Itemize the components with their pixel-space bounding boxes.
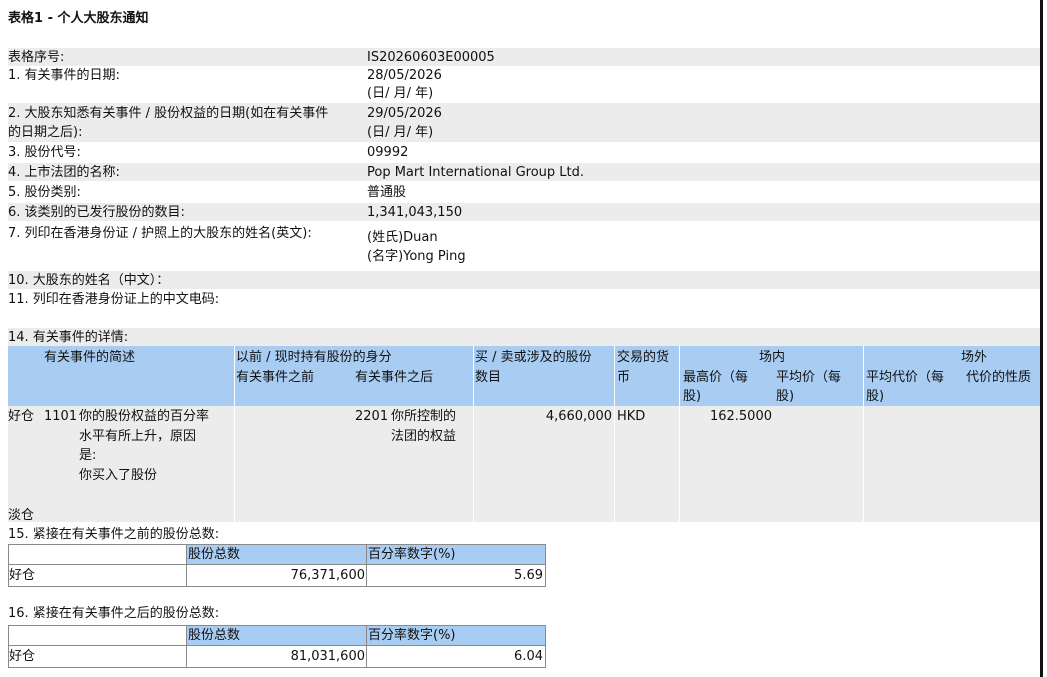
hdr-average: 平均价（每 [776,370,842,385]
event-date-label: 1. 有关事件的日期: [8,68,120,83]
row-brief-2: 水平有所上升，原因 [79,429,197,444]
col-sep-5 [863,346,864,522]
row-code: 1101 [44,409,78,424]
aware-date-label: 2. 大股东知悉有关事件 / 股份权益的日期(如在有关事件 [8,106,329,121]
s16-line-mid [8,645,546,646]
row-brief-4: 你买入了股份 [79,468,158,483]
page-title: 表格1 - 个人大股东通知 [8,11,149,26]
surname-value: (姓氏)Duan [367,230,438,245]
section16-shares: 81,031,600 [290,649,365,664]
stock-code-label: 3. 股份代号: [8,145,81,160]
share-class-value: 普通股 [367,185,407,200]
row-brief-1: 你的股份权益的百分率 [79,409,210,424]
hdr-highest-2: 股) [683,389,702,404]
section15-percent: 5.69 [514,568,543,583]
hdr-nature: 代价的性质 [966,370,1032,385]
hdr-average-2: 股) [776,389,795,404]
s15-line-bot [8,586,546,587]
hdr-on-exchange: 场内 [759,350,786,365]
given-name-value: (名字)Yong Ping [367,249,466,264]
stock-code-value: 09992 [367,145,409,160]
row-currency: HKD [617,409,646,424]
s16-line-c2 [366,625,367,668]
col-sep-4 [679,346,680,522]
row-after-code: 2201 [355,409,389,424]
hdr-off-average: 平均代价（每 [866,370,945,385]
event-date-format: (日/ 月/ 年) [367,86,434,101]
section15-shares: 76,371,600 [290,568,365,583]
hdr-off-average-2: 股) [866,389,885,404]
section15-title: 15. 紧接在有关事件之前的股份总数: [8,527,220,542]
hdr-brief: 有关事件的简述 [44,350,136,365]
section15-col-percent: 百分率数字(%) [368,547,456,562]
hdr-after: 有关事件之后 [355,370,434,385]
row-position: 好仓 [8,409,35,424]
hdr-off-exchange: 场外 [961,350,988,365]
serial-label: 表格序号: [8,50,65,65]
section15-position: 好仓 [9,568,36,583]
hdr-shares-2: 数目 [475,370,502,385]
section16-title: 16. 紧接在有关事件之后的股份总数: [8,606,220,621]
serial-value: IS20260603E00005 [367,50,495,65]
row-after-2: 法团的权益 [391,429,457,444]
chinese-code-label: 11. 列印在香港身份证上的中文电码: [8,292,220,307]
hdr-currency-2: 币 [617,370,631,385]
chinese-name-label: 10. 大股东的姓名（中文）： [8,273,170,288]
hdr-highest: 最高价（每 [683,370,749,385]
col-sep-2 [473,346,474,522]
hdr-shares: 买 / 卖或涉及的股份 [475,350,592,365]
s16-line-c1 [186,625,187,668]
col-sep-3 [614,346,615,522]
section16-col-percent: 百分率数字(%) [368,628,456,643]
s15-line-right [545,544,546,587]
row-shares: 4,660,000 [545,409,612,424]
company-label: 4. 上市法团的名称: [8,165,120,180]
s15-line-c1 [186,544,187,587]
aware-date-value: 29/05/2026 [367,106,442,121]
company-value: Pop Mart International Group Ltd. [367,165,585,180]
hdr-before: 有关事件之前 [236,370,315,385]
s16-line-right [545,625,546,668]
section16-percent: 6.04 [514,649,543,664]
english-name-label: 7. 列印在香港身份证 / 护照上的大股东的姓名(英文): [8,226,312,241]
hdr-capacity: 以前 / 现时持有股份的身分 [236,350,392,365]
right-border [1040,0,1043,677]
row-brief-3: 是: [79,448,97,463]
section15-col-shares: 股份总数 [188,547,241,562]
event-date-value: 28/05/2026 [367,68,442,83]
section16-position: 好仓 [9,649,36,664]
share-class-label: 5. 股份类别: [8,185,81,200]
short-position-label: 淡仓 [8,508,35,523]
aware-date-label-2: 的日期之后): [8,125,83,140]
form-band-0 [8,48,1040,66]
section16-col-shares: 股份总数 [188,628,241,643]
s16-line-top [8,625,546,626]
row-highest: 162.5000 [709,409,772,424]
s15-line-top [8,544,546,545]
s15-line-c2 [366,544,367,587]
col-sep-1 [234,346,235,522]
hdr-currency: 交易的货 [617,350,670,365]
issued-shares-label: 6. 该类别的已发行股份的数目: [8,205,185,220]
section14-title: 14. 有关事件的详情: [8,330,129,345]
issued-shares-value: 1,341,043,150 [367,205,463,220]
aware-date-format: (日/ 月/ 年) [367,125,434,140]
section14-band [8,328,1040,346]
row-after-1: 你所控制的 [391,409,457,424]
s15-line-mid [8,564,546,565]
s16-line-bot [8,667,546,668]
